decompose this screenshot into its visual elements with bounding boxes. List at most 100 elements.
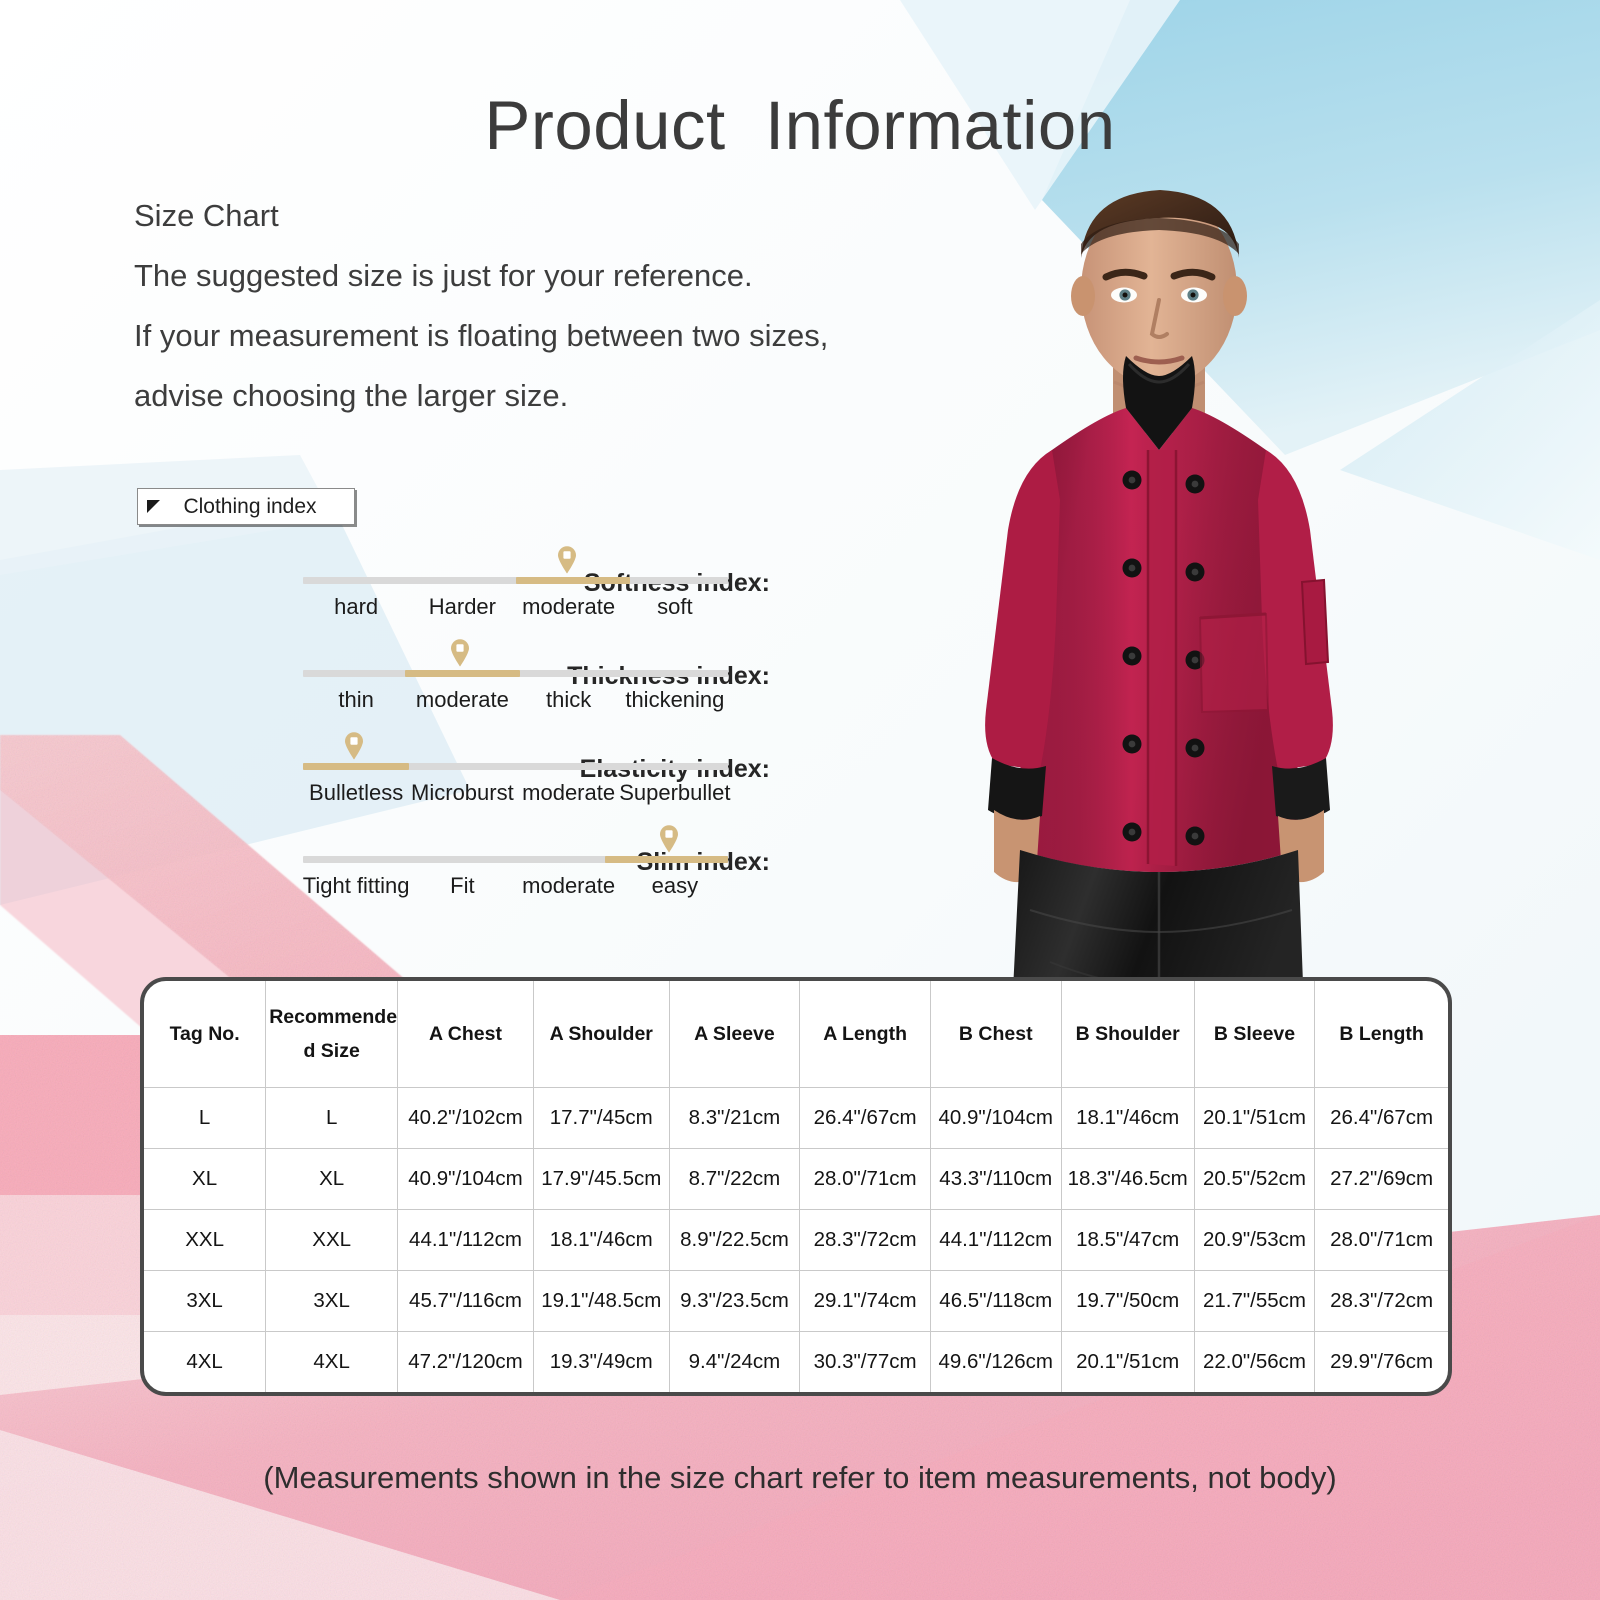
index-slider-track[interactable] bbox=[303, 639, 728, 677]
table-cell: 19.7"/50cm bbox=[1060, 1269, 1195, 1332]
table-cell: 28.0"/71cm bbox=[1314, 1208, 1448, 1271]
table-cell: 22.0"/56cm bbox=[1193, 1330, 1316, 1392]
triangle-marker-icon bbox=[147, 500, 160, 513]
index-slider-track[interactable] bbox=[303, 732, 728, 770]
table-body: L L 40.2"/102cm 17.7"/45cm 8.3"/21cm 26.4"/67… bbox=[144, 1086, 1448, 1392]
table-cell: 44.1"/112cm bbox=[397, 1208, 534, 1271]
index-slider-track-wrap[interactable]: Tight fitting Fit moderate easy bbox=[303, 825, 728, 903]
index-tick-label: thin bbox=[338, 687, 374, 712]
clothing-index-sliders: Softness index:hardHardermoderatesoftThi… bbox=[0, 546, 780, 927]
table-header-row: Tag No. Recommende d Size A Chest A Shoulde… bbox=[144, 981, 1448, 1088]
index-tick-label: moderate bbox=[522, 780, 616, 805]
table-cell: 19.1"/48.5cm bbox=[532, 1269, 670, 1332]
index-slider-fill bbox=[515, 577, 631, 584]
table-cell-tag-no: 3XL bbox=[144, 1269, 267, 1332]
index-slider-pin-icon[interactable] bbox=[659, 825, 679, 853]
table-cell: 20.9"/53cm bbox=[1193, 1208, 1316, 1271]
index-slider-pin-icon[interactable] bbox=[450, 639, 470, 667]
table-cell-tag-no: 4XL bbox=[144, 1330, 267, 1392]
index-tick-labels: Tight fitting Fit moderate easy bbox=[303, 873, 728, 903]
table-cell-tag-no: L bbox=[144, 1086, 267, 1149]
index-slider-track-wrap[interactable]: Bulletless Microburst moderate Superbullet bbox=[303, 732, 731, 810]
index-tick-label: soft bbox=[657, 594, 693, 619]
index-slider-track[interactable] bbox=[303, 546, 728, 584]
intro-line-1: The suggested size is just for your refe… bbox=[134, 258, 753, 293]
table-column-header: A Length bbox=[799, 981, 931, 1088]
table-cell: 8.9"/22.5cm bbox=[668, 1208, 801, 1271]
table-cell: 19.3"/49cm bbox=[532, 1330, 670, 1392]
index-slider-pin-icon[interactable] bbox=[344, 732, 364, 760]
table-cell: 40.9"/104cm bbox=[929, 1086, 1062, 1149]
table-cell: 9.4"/24cm bbox=[668, 1330, 801, 1392]
table-column-header: Tag No. bbox=[144, 981, 267, 1088]
clothing-index-label: Clothing index bbox=[183, 494, 317, 518]
index-tick-label: Microburst bbox=[411, 780, 514, 805]
table-cell: 17.9"/45.5cm bbox=[532, 1147, 670, 1210]
clothing-index-badge: Clothing index bbox=[137, 488, 355, 525]
table-cell: 43.3"/110cm bbox=[929, 1147, 1062, 1210]
index-slider-fill bbox=[303, 763, 410, 770]
table-cell: 29.1"/74cm bbox=[799, 1269, 931, 1332]
table-cell: 20.5"/52cm bbox=[1193, 1147, 1316, 1210]
table-cell: 18.1"/46cm bbox=[1060, 1086, 1195, 1149]
intro-line-2: If your measurement is floating between … bbox=[134, 318, 829, 353]
table-cell: 45.7"/116cm bbox=[397, 1269, 534, 1332]
index-tick-label: easy bbox=[651, 873, 699, 898]
table-cell: 44.1"/112cm bbox=[929, 1208, 1062, 1271]
table-row: 4XL 4XL 47.2"/120cm 19.3"/49cm 9.4"/24cm 30.3… bbox=[144, 1330, 1448, 1392]
table-cell: 28.3"/72cm bbox=[799, 1208, 931, 1271]
index-slider-row: Softness index:hardHardermoderatesoft bbox=[0, 546, 780, 648]
intro-line-3: advise choosing the larger size. bbox=[134, 378, 569, 413]
index-slider-track-wrap[interactable]: hard Harder moderate soft bbox=[303, 546, 728, 624]
table-cell: L bbox=[265, 1086, 399, 1149]
table-cell: 49.6"/126cm bbox=[929, 1330, 1062, 1392]
index-tick-label: Superbullet bbox=[619, 780, 731, 805]
table-cell: 26.4"/67cm bbox=[799, 1086, 931, 1149]
index-slider-pin-icon[interactable] bbox=[557, 546, 577, 574]
size-chart-table: Tag No. Recommende d Size A Chest A Shoulde… bbox=[144, 981, 1448, 1392]
index-tick-label: thick bbox=[546, 687, 592, 712]
measurement-footnote: (Measurements shown in the size chart re… bbox=[263, 1460, 1337, 1495]
size-chart-table-container: Tag No. Recommende d Size A Chest A Shoulde… bbox=[140, 977, 1452, 1396]
table-column-header: B Sleeve bbox=[1193, 981, 1316, 1088]
index-tick-label: thickening bbox=[625, 687, 725, 712]
product-photo bbox=[900, 150, 1460, 1010]
index-tick-label: Harder bbox=[428, 594, 496, 619]
index-tick-label: Bulletless bbox=[309, 780, 404, 805]
table-cell: 18.3"/46.5cm bbox=[1060, 1147, 1195, 1210]
table-cell: XL bbox=[265, 1147, 399, 1210]
table-cell: 28.3"/72cm bbox=[1314, 1269, 1448, 1332]
table-cell: 4XL bbox=[265, 1330, 399, 1392]
index-slider-fill bbox=[405, 670, 520, 677]
table-cell: 20.1"/51cm bbox=[1060, 1330, 1195, 1392]
index-tick-labels: hard Harder moderate soft bbox=[303, 594, 728, 624]
table-cell: 8.7"/22cm bbox=[668, 1147, 801, 1210]
table-cell: 28.0"/71cm bbox=[799, 1147, 931, 1210]
table-cell: 18.1"/46cm bbox=[532, 1208, 670, 1271]
index-tick-label: moderate bbox=[522, 873, 616, 898]
table-cell: 40.2"/102cm bbox=[397, 1086, 534, 1149]
table-cell: 30.3"/77cm bbox=[799, 1330, 931, 1392]
table-column-header: B Length bbox=[1314, 981, 1448, 1088]
table-cell: 27.2"/69cm bbox=[1314, 1147, 1448, 1210]
table-row: L L 40.2"/102cm 17.7"/45cm 8.3"/21cm 26.4"/67… bbox=[144, 1086, 1448, 1149]
index-slider-row: Thickness index:thinmoderatethickthicken… bbox=[0, 639, 780, 741]
table-column-header: Recommende d Size bbox=[265, 981, 399, 1088]
table-cell: 26.4"/67cm bbox=[1314, 1086, 1448, 1149]
index-slider-fill bbox=[604, 856, 728, 863]
table-column-header: A Chest bbox=[397, 981, 534, 1088]
table-column-header: B Shoulder bbox=[1060, 981, 1195, 1088]
table-cell: 18.5"/47cm bbox=[1060, 1208, 1195, 1271]
table-cell: 17.7"/45cm bbox=[532, 1086, 670, 1149]
table-column-header: A Sleeve bbox=[668, 981, 801, 1088]
table-cell: 29.9"/76cm bbox=[1314, 1330, 1448, 1392]
table-cell: 46.5"/118cm bbox=[929, 1269, 1062, 1332]
index-tick-label: Fit bbox=[450, 873, 475, 898]
table-cell-tag-no: XL bbox=[144, 1147, 267, 1210]
index-slider-track-wrap[interactable]: thin moderate thick thickening bbox=[303, 639, 728, 717]
table-cell: 3XL bbox=[265, 1269, 399, 1332]
table-row: XXL XXL 44.1"/112cm 18.1"/46cm 8.9"/22.5cm 28… bbox=[144, 1208, 1448, 1271]
index-tick-labels: Bulletless Microburst moderate Superbullet bbox=[303, 780, 731, 810]
index-slider-track[interactable] bbox=[303, 825, 728, 863]
table-cell: 8.3"/21cm bbox=[668, 1086, 801, 1149]
